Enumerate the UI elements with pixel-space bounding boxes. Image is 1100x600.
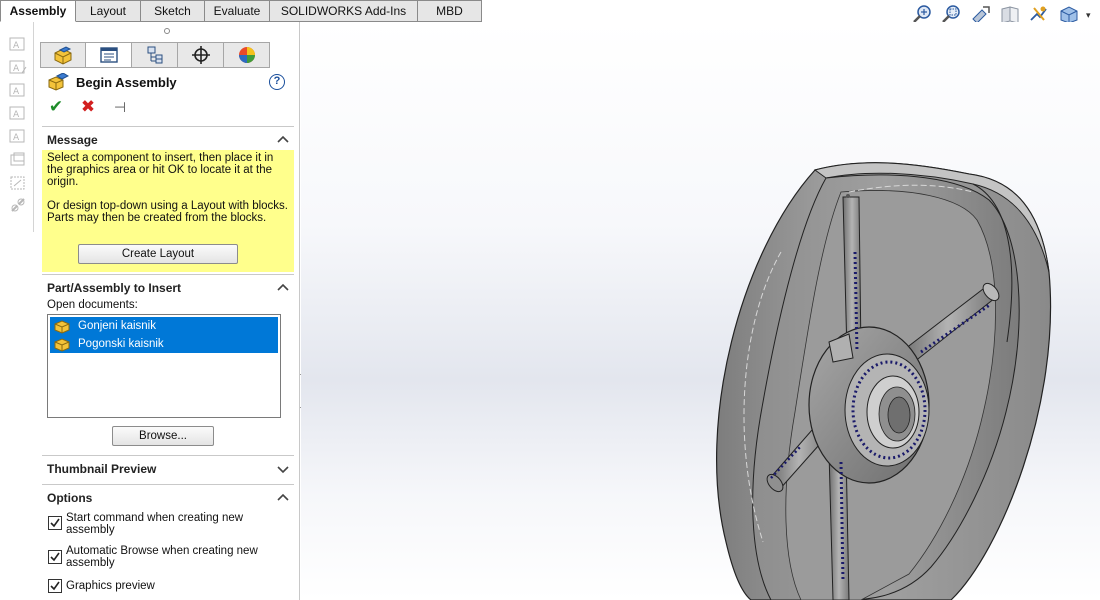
list-item-label: Gonjeni kaisnik — [78, 320, 156, 332]
command-manager: Assembly Layout Sketch Evaluate SOLIDWOR… — [0, 0, 1100, 24]
open-documents-list[interactable]: Gonjeni kaisnik Pogonski kaisnik — [47, 314, 281, 418]
divider — [42, 274, 294, 275]
chevron-up-icon[interactable] — [276, 282, 290, 292]
begin-assembly-icon — [48, 73, 69, 91]
section-view-icon[interactable] — [999, 4, 1021, 24]
list-item[interactable]: Gonjeni kaisnik — [50, 317, 278, 335]
svg-text:A: A — [13, 64, 20, 74]
cancel-x-icon[interactable]: ✖ — [78, 98, 98, 116]
svg-text:A: A — [13, 87, 20, 97]
open-documents-label: Open documents: — [47, 299, 138, 311]
pulley-model[interactable] — [301, 22, 1100, 600]
tab-mbd[interactable]: MBD — [418, 0, 482, 22]
pushpin-icon[interactable]: ⊣ — [110, 98, 130, 116]
tab-solidworks-add-ins[interactable]: SOLIDWORKS Add-Ins — [270, 0, 418, 22]
checkbox-label: Start command when creating new assembly — [66, 512, 244, 536]
svg-text:A: A — [13, 41, 20, 51]
list-item[interactable]: Pogonski kaisnik — [50, 335, 278, 353]
weld-symbol-icon[interactable] — [8, 174, 28, 192]
checkmark-icon — [50, 581, 60, 591]
help-icon[interactable]: ? — [269, 74, 285, 90]
automatic-browse-checkbox[interactable] — [48, 550, 62, 564]
display-style-dropdown-icon[interactable]: ▾ — [1086, 4, 1094, 24]
previous-view-icon[interactable] — [970, 4, 992, 24]
balloon-icon[interactable]: A — [8, 82, 28, 100]
chevron-up-icon[interactable] — [276, 134, 290, 144]
chevron-down-icon[interactable] — [276, 464, 290, 474]
checkbox-label: Graphics preview — [66, 580, 155, 592]
view-orientation-icon[interactable] — [1028, 4, 1050, 24]
annotation-icon[interactable]: A — [8, 128, 28, 146]
panel-grip[interactable] — [164, 28, 170, 34]
heads-up-view-toolbar: ▾ — [912, 4, 1094, 24]
divider — [42, 455, 294, 456]
thumbnail-section-header[interactable]: Thumbnail Preview — [47, 462, 156, 476]
feature-manager-icon — [54, 46, 72, 65]
list-item-label: Pogonski kaisnik — [78, 338, 164, 350]
property-manager-panel: Begin Assembly ? ✔ ✖ ⊣ Message Select a … — [38, 22, 300, 600]
auto-balloon-icon[interactable]: A — [8, 105, 28, 123]
create-layout-button[interactable]: Create Layout — [78, 244, 238, 264]
ok-check-icon[interactable]: ✔ — [46, 98, 66, 116]
tab-layout[interactable]: Layout — [76, 0, 141, 22]
note-icon[interactable]: A — [8, 59, 28, 77]
tab-configuration-manager[interactable] — [132, 42, 178, 68]
part-insert-section-header[interactable]: Part/Assembly to Insert — [47, 281, 181, 295]
tab-assembly[interactable]: Assembly — [0, 0, 76, 22]
divider — [42, 484, 294, 485]
display-manager-icon — [238, 47, 255, 63]
checkmark-icon — [50, 518, 60, 528]
command-tabs: Assembly Layout Sketch Evaluate SOLIDWOR… — [0, 0, 482, 22]
display-style-icon[interactable] — [1057, 4, 1079, 24]
action-buttons: ✔ ✖ ⊣ — [46, 98, 130, 116]
page-title: Begin Assembly — [76, 75, 177, 90]
chevron-up-icon[interactable] — [276, 492, 290, 502]
svg-text:A: A — [13, 110, 20, 120]
smart-dimension-icon[interactable]: A — [8, 36, 28, 54]
options-section-header[interactable]: Options — [47, 491, 92, 505]
browse-button[interactable]: Browse... — [112, 426, 214, 446]
svg-text:A: A — [13, 133, 20, 143]
tab-dimxpert-manager[interactable] — [178, 42, 224, 68]
message-section-header[interactable]: Message — [47, 133, 98, 147]
property-manager-icon — [99, 47, 118, 63]
part-icon — [54, 338, 70, 352]
divider — [42, 126, 294, 127]
link-icon[interactable] — [8, 197, 28, 215]
left-toolbar-strip: A A A A A — [0, 22, 34, 232]
tab-property-manager[interactable] — [86, 42, 132, 68]
graphics-preview-checkbox[interactable] — [48, 579, 62, 593]
tab-evaluate[interactable]: Evaluate — [205, 0, 270, 22]
tab-sketch[interactable]: Sketch — [141, 0, 205, 22]
message-text-layout: Or design top-down using a Layout with b… — [47, 200, 288, 224]
checkmark-icon — [50, 552, 60, 562]
dimxpert-icon — [191, 46, 210, 64]
start-command-checkbox[interactable] — [48, 516, 62, 530]
message-text: Select a component to insert, then place… — [47, 152, 274, 188]
manager-tabs — [40, 42, 270, 68]
configuration-manager-icon — [147, 46, 162, 64]
zoom-to-fit-icon[interactable] — [912, 4, 934, 24]
tab-feature-manager[interactable] — [40, 42, 86, 68]
graphics-area[interactable] — [301, 22, 1100, 600]
part-icon — [54, 320, 70, 334]
checkbox-label: Automatic Browse when creating new assem… — [66, 545, 258, 569]
zoom-to-area-icon[interactable] — [941, 4, 963, 24]
block-icon[interactable] — [8, 151, 28, 169]
property-manager-header: Begin Assembly ? — [47, 73, 297, 93]
tab-display-manager[interactable] — [224, 42, 270, 68]
